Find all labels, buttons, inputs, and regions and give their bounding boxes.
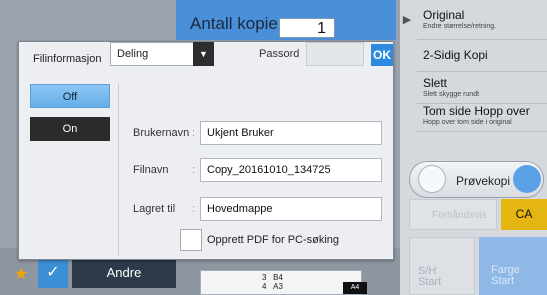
password-label: Passord: [259, 48, 300, 60]
function-2sided-copy[interactable]: 2-Sidig Kopi: [417, 44, 547, 72]
ca-button[interactable]: CA: [501, 199, 547, 230]
filename-label: Filnavn: [133, 164, 169, 176]
dropdown-arrow-icon[interactable]: ▼: [193, 42, 214, 66]
tray-number: 3: [262, 273, 267, 282]
function-title: 2-Sidig Kopi: [423, 48, 488, 62]
tray-row-4: 4 A3: [262, 282, 283, 291]
tray-size: A3: [273, 282, 283, 291]
function-title: Tom side Hopp over: [423, 104, 530, 118]
pdf-search-checkbox-label: Opprett PDF for PC-søking: [207, 234, 340, 246]
saved-to-label: Lagret til: [133, 203, 176, 215]
toggle-off-button[interactable]: Off: [30, 84, 110, 108]
function-erase[interactable]: Slett Slett skygge rundt: [417, 76, 547, 104]
username-label: Brukernavn: [133, 127, 190, 139]
saved-to-field[interactable]: Hovedmappe: [200, 197, 382, 221]
ok-button[interactable]: OK: [371, 44, 393, 66]
function-title: Original: [423, 8, 465, 22]
start-preview-icon[interactable]: [513, 165, 541, 193]
colon: :: [192, 203, 196, 215]
function-title: Slett: [423, 76, 448, 90]
copies-label: Antall kopier: [190, 14, 284, 33]
preview-copy-label: Prøvekopi: [456, 174, 511, 188]
colon: :: [192, 164, 196, 176]
colon: :: [192, 127, 196, 139]
star-icon[interactable]: ★: [14, 264, 28, 284]
function-original[interactable]: Original Endre størrelse/retning.: [417, 8, 547, 40]
pdf-search-checkbox[interactable]: [180, 229, 202, 251]
forhandsvis-button[interactable]: Forhåndsvis: [409, 199, 497, 230]
paper-size-badge: A4: [343, 282, 367, 294]
check-icon[interactable]: ✓: [38, 258, 68, 288]
copies-input[interactable]: 1: [279, 18, 335, 38]
dialog-title: Filinformasjon: [33, 53, 102, 65]
function-blank-page-skip[interactable]: Tom side Hopp over Hopp over tom side i …: [417, 104, 547, 132]
password-field[interactable]: [306, 42, 364, 66]
collapse-arrow-icon[interactable]: ▶: [400, 0, 414, 40]
toggle-on-button[interactable]: On: [30, 117, 110, 141]
function-subtitle: Endre størrelse/retning.: [423, 23, 497, 30]
tray-row-3: 3 B4: [262, 273, 283, 282]
color-start-button[interactable]: Farge Start: [479, 237, 547, 295]
tray-size: B4: [273, 273, 283, 282]
tray-number: 4: [262, 282, 267, 291]
filename-field[interactable]: Copy_20161010_134725: [200, 158, 382, 182]
file-information-dialog: Filinformasjon OK Off On: [18, 41, 394, 260]
username-field[interactable]: Ukjent Bruker: [200, 121, 382, 145]
bw-start-button[interactable]: S/H Start: [409, 237, 475, 295]
andre-button[interactable]: Andre: [72, 258, 176, 288]
function-subtitle: Slett skygge rundt: [423, 91, 480, 98]
function-subtitle: Hopp over tom side i original: [423, 119, 512, 126]
preview-copy-icon: [418, 165, 446, 193]
